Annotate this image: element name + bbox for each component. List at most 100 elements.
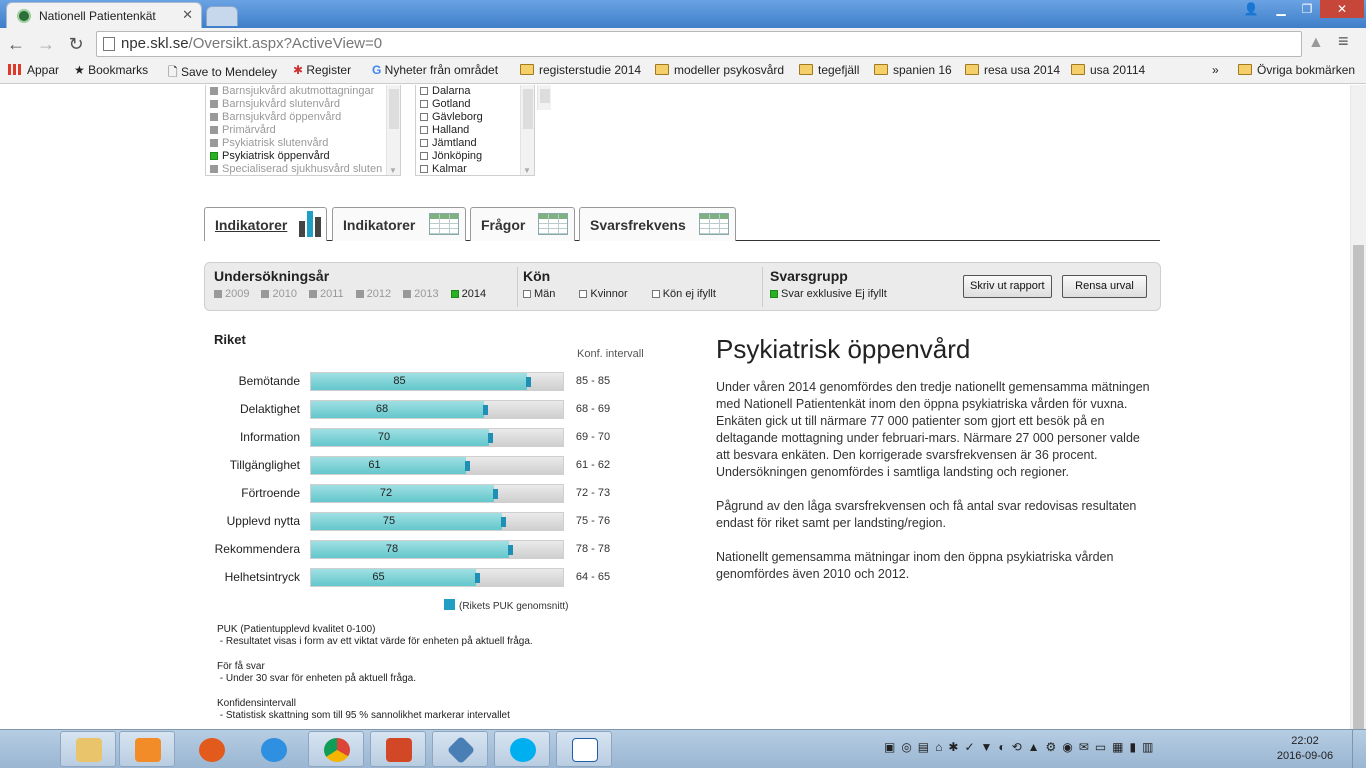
bookmark-mendeley[interactable]: 🗋 Save to Mendeley xyxy=(168,63,277,84)
checkbox[interactable] xyxy=(261,290,270,298)
checkbox[interactable] xyxy=(210,139,218,147)
checkbox[interactable] xyxy=(420,165,428,173)
checkbox[interactable] xyxy=(420,139,428,147)
area-option[interactable]: Psykiatrisk slutenvård xyxy=(206,137,400,150)
show-desktop-button[interactable] xyxy=(1352,730,1366,768)
region-option[interactable]: Kalmar xyxy=(416,163,534,175)
listbox-scrollbar[interactable]: ▼ xyxy=(520,85,534,175)
area-option[interactable]: Barnsjukvård akutmottagningar xyxy=(206,85,400,98)
clock[interactable]: 22:02 2016-09-06 xyxy=(1270,734,1340,764)
tab-questions[interactable]: Frågor xyxy=(470,207,575,241)
indicator-bar-track[interactable]: 85 xyxy=(310,372,564,391)
year-option[interactable]: 2012 xyxy=(355,288,391,300)
listbox-scrollbar[interactable]: ▼ xyxy=(386,85,400,175)
other-bookmarks[interactable]: Övriga bokmärken xyxy=(1238,63,1355,77)
gender-option[interactable]: Kvinnor xyxy=(579,288,628,300)
forward-icon[interactable]: → xyxy=(34,32,58,56)
checkbox[interactable] xyxy=(210,100,218,108)
bookmark-folder[interactable]: usa 20114 xyxy=(1071,63,1145,77)
area-option[interactable]: Barnsjukvård slutenvård xyxy=(206,98,400,111)
area-option[interactable]: Primärvård xyxy=(206,124,400,137)
firefox-taskbar-button[interactable] xyxy=(183,731,239,767)
region-option[interactable]: Jämtland xyxy=(416,137,534,150)
minimize-icon[interactable]: ▁ xyxy=(1268,0,1294,18)
address-bar[interactable]: npe.skl.se/Oversikt.aspx?ActiveView=0 ☆ xyxy=(96,31,1302,57)
checkbox[interactable] xyxy=(770,290,778,298)
ie-taskbar-button[interactable] xyxy=(245,731,301,767)
indicator-bar-track[interactable]: 61 xyxy=(310,456,564,475)
year-option[interactable]: 2014 xyxy=(450,288,486,300)
bookmark-folder[interactable]: modeller psykosvård xyxy=(655,63,784,77)
checkbox[interactable] xyxy=(651,290,660,298)
area-option[interactable]: Specialiserad sjukhusvård sluten xyxy=(206,163,400,175)
chrome-taskbar-button[interactable] xyxy=(308,731,364,767)
bookmark-bookmarks[interactable]: ★ Bookmarks xyxy=(74,63,148,77)
indicator-bar-track[interactable]: 75 xyxy=(310,512,564,531)
reload-icon[interactable]: ↻ xyxy=(64,32,88,56)
region-option[interactable]: Dalarna xyxy=(416,85,534,98)
checkbox[interactable] xyxy=(420,113,428,121)
bookmark-folder[interactable]: tegefjäll xyxy=(799,63,859,77)
extension-icon[interactable]: ▲ xyxy=(1308,34,1324,52)
explorer-taskbar-button[interactable] xyxy=(60,731,116,767)
indicator-bar-track[interactable]: 65 xyxy=(310,568,564,587)
app-taskbar-button[interactable] xyxy=(432,731,488,767)
restore-icon[interactable]: ❐ xyxy=(1294,0,1320,18)
year-option[interactable]: 2011 xyxy=(308,288,344,300)
area-option[interactable]: Barnsjukvård öppenvård xyxy=(206,111,400,124)
bookmark-folder[interactable]: resa usa 2014 xyxy=(965,63,1060,77)
gender-option[interactable]: Kön ej ifyllt xyxy=(651,288,716,300)
bookmark-folder[interactable]: spanien 16 xyxy=(874,63,952,77)
checkbox[interactable] xyxy=(210,152,218,160)
print-report-button[interactable]: Skriv ut rapport xyxy=(963,275,1052,298)
region-scroll-stub[interactable] xyxy=(536,85,551,110)
checkbox[interactable] xyxy=(420,87,428,95)
bookmark-register[interactable]: ✱ Register xyxy=(293,63,351,77)
nav-taskbar-button[interactable] xyxy=(556,731,612,767)
year-option[interactable]: 2010 xyxy=(261,288,297,300)
powerpoint-taskbar-button[interactable] xyxy=(370,731,426,767)
scroll-down-icon[interactable]: ▼ xyxy=(389,166,397,175)
checkbox[interactable] xyxy=(308,290,317,298)
clear-selection-button[interactable]: Rensa urval xyxy=(1062,275,1147,298)
checkbox[interactable] xyxy=(420,100,428,108)
scroll-down-icon[interactable]: ▼ xyxy=(523,166,531,175)
new-tab-button[interactable] xyxy=(206,6,238,26)
back-icon[interactable]: ← xyxy=(4,32,28,56)
group-option[interactable]: Svar exklusive Ej ifyllt xyxy=(770,288,887,300)
system-tray[interactable]: ▣◎▤⌂✱✓▼◐⟲▲⚙◉✉▭▦▮▥ xyxy=(884,740,1159,754)
tab-response-rate[interactable]: Svarsfrekvens xyxy=(579,207,736,241)
bookmark-news[interactable]: G Nyheter från området xyxy=(372,63,498,77)
checkbox[interactable] xyxy=(420,126,428,134)
checkbox[interactable] xyxy=(523,290,531,298)
close-tab-icon[interactable]: ✕ xyxy=(182,7,193,23)
checkbox[interactable] xyxy=(214,290,222,298)
user-icon[interactable]: 👤 xyxy=(1238,0,1264,18)
region-listbox[interactable]: Dalarna Gotland Gävleborg Halland Jämtland Jö… xyxy=(415,85,535,176)
more-bookmarks-button[interactable]: » xyxy=(1212,63,1219,77)
area-option[interactable]: Psykiatrisk öppenvård xyxy=(206,150,400,163)
chrome-menu-icon[interactable]: ≡ xyxy=(1338,31,1349,52)
media-taskbar-button[interactable] xyxy=(119,731,175,767)
browser-tab-active[interactable]: Nationell Patientenkät ✕ xyxy=(6,2,202,28)
gender-option[interactable]: Män xyxy=(523,288,555,300)
year-option[interactable]: 2009 xyxy=(214,288,249,300)
region-option[interactable]: Gotland xyxy=(416,98,534,111)
indicator-bar-track[interactable]: 78 xyxy=(310,540,564,559)
indicator-bar-track[interactable]: 68 xyxy=(310,400,564,419)
checkbox[interactable] xyxy=(210,113,218,121)
region-option[interactable]: Gävleborg xyxy=(416,111,534,124)
region-option[interactable]: Halland xyxy=(416,124,534,137)
skype-taskbar-button[interactable] xyxy=(494,731,550,767)
indicator-bar-track[interactable]: 70 xyxy=(310,428,564,447)
tab-indicators-table[interactable]: Indikatorer xyxy=(332,207,466,241)
checkbox[interactable] xyxy=(420,152,428,160)
area-listbox[interactable]: Barnsjukvård akutmottagningar Barnsjukvår… xyxy=(205,85,401,176)
checkbox[interactable] xyxy=(355,290,364,298)
bookmark-apps[interactable]: Appar xyxy=(8,63,59,77)
checkbox[interactable] xyxy=(210,165,218,173)
checkbox[interactable] xyxy=(210,126,218,134)
checkbox[interactable] xyxy=(403,290,412,298)
year-option[interactable]: 2013 xyxy=(403,288,439,300)
checkbox[interactable] xyxy=(210,87,218,95)
